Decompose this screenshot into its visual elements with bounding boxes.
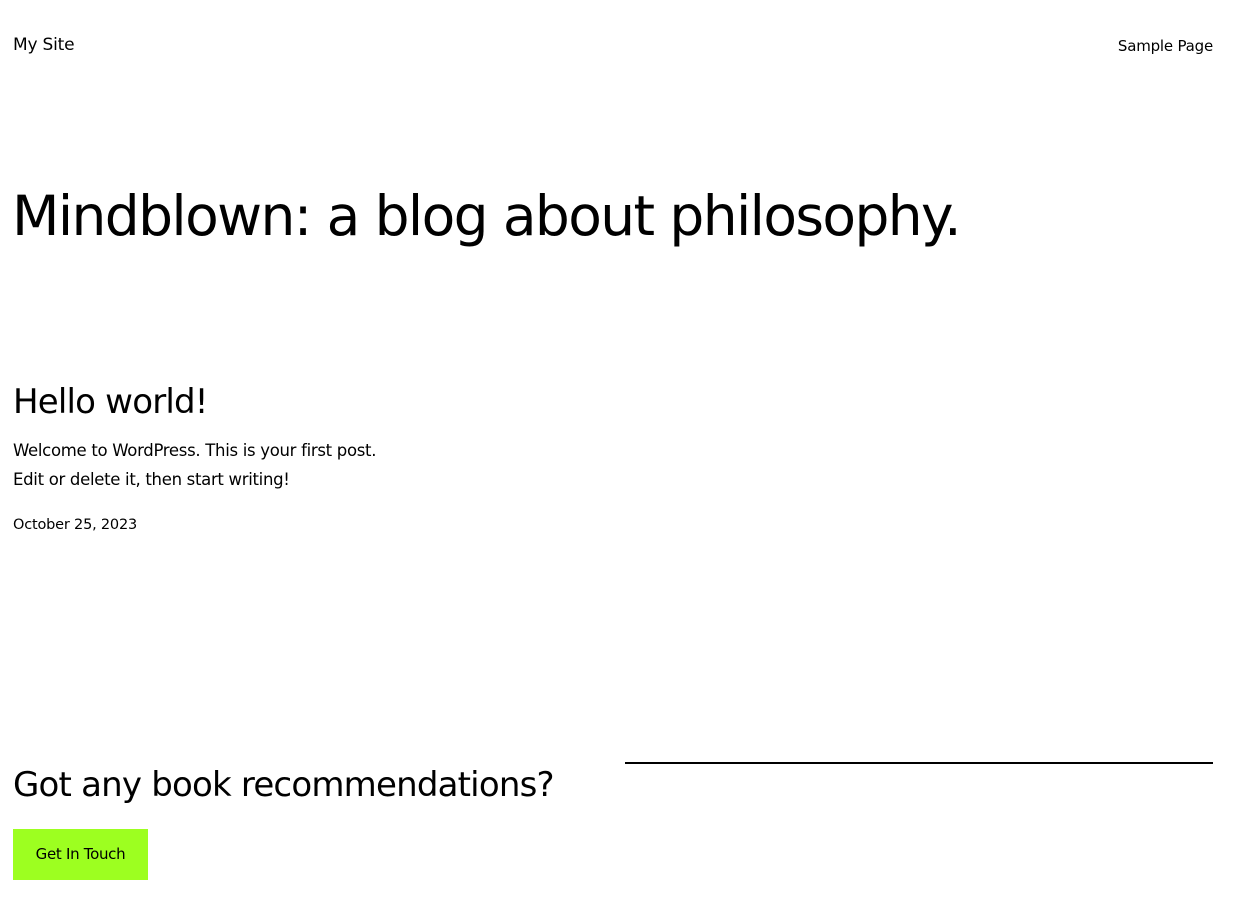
page-title: Mindblown: a blog about philosophy. <box>12 184 962 248</box>
call-to-action-section: Got any book recommendations? Get In Tou… <box>13 760 613 880</box>
post-item: Hello world! Welcome to WordPress. This … <box>13 378 613 535</box>
post-excerpt: Welcome to WordPress. This is your first… <box>13 436 613 494</box>
post-date: October 25, 2023 <box>13 517 138 533</box>
separator-line <box>625 762 1213 764</box>
site-title-link[interactable]: My Site <box>13 32 75 58</box>
post-excerpt-line: Edit or delete it, then start writing! <box>13 470 290 489</box>
post-excerpt-line: Welcome to WordPress. This is your first… <box>13 441 377 460</box>
post-title-link[interactable]: Hello world! <box>13 378 613 426</box>
site-header: My Site Sample Page <box>13 32 1213 58</box>
get-in-touch-button[interactable]: Get In Touch <box>13 829 148 880</box>
cta-heading: Got any book recommendations? <box>13 765 555 805</box>
nav-link-sample-page[interactable]: Sample Page <box>1118 33 1213 59</box>
